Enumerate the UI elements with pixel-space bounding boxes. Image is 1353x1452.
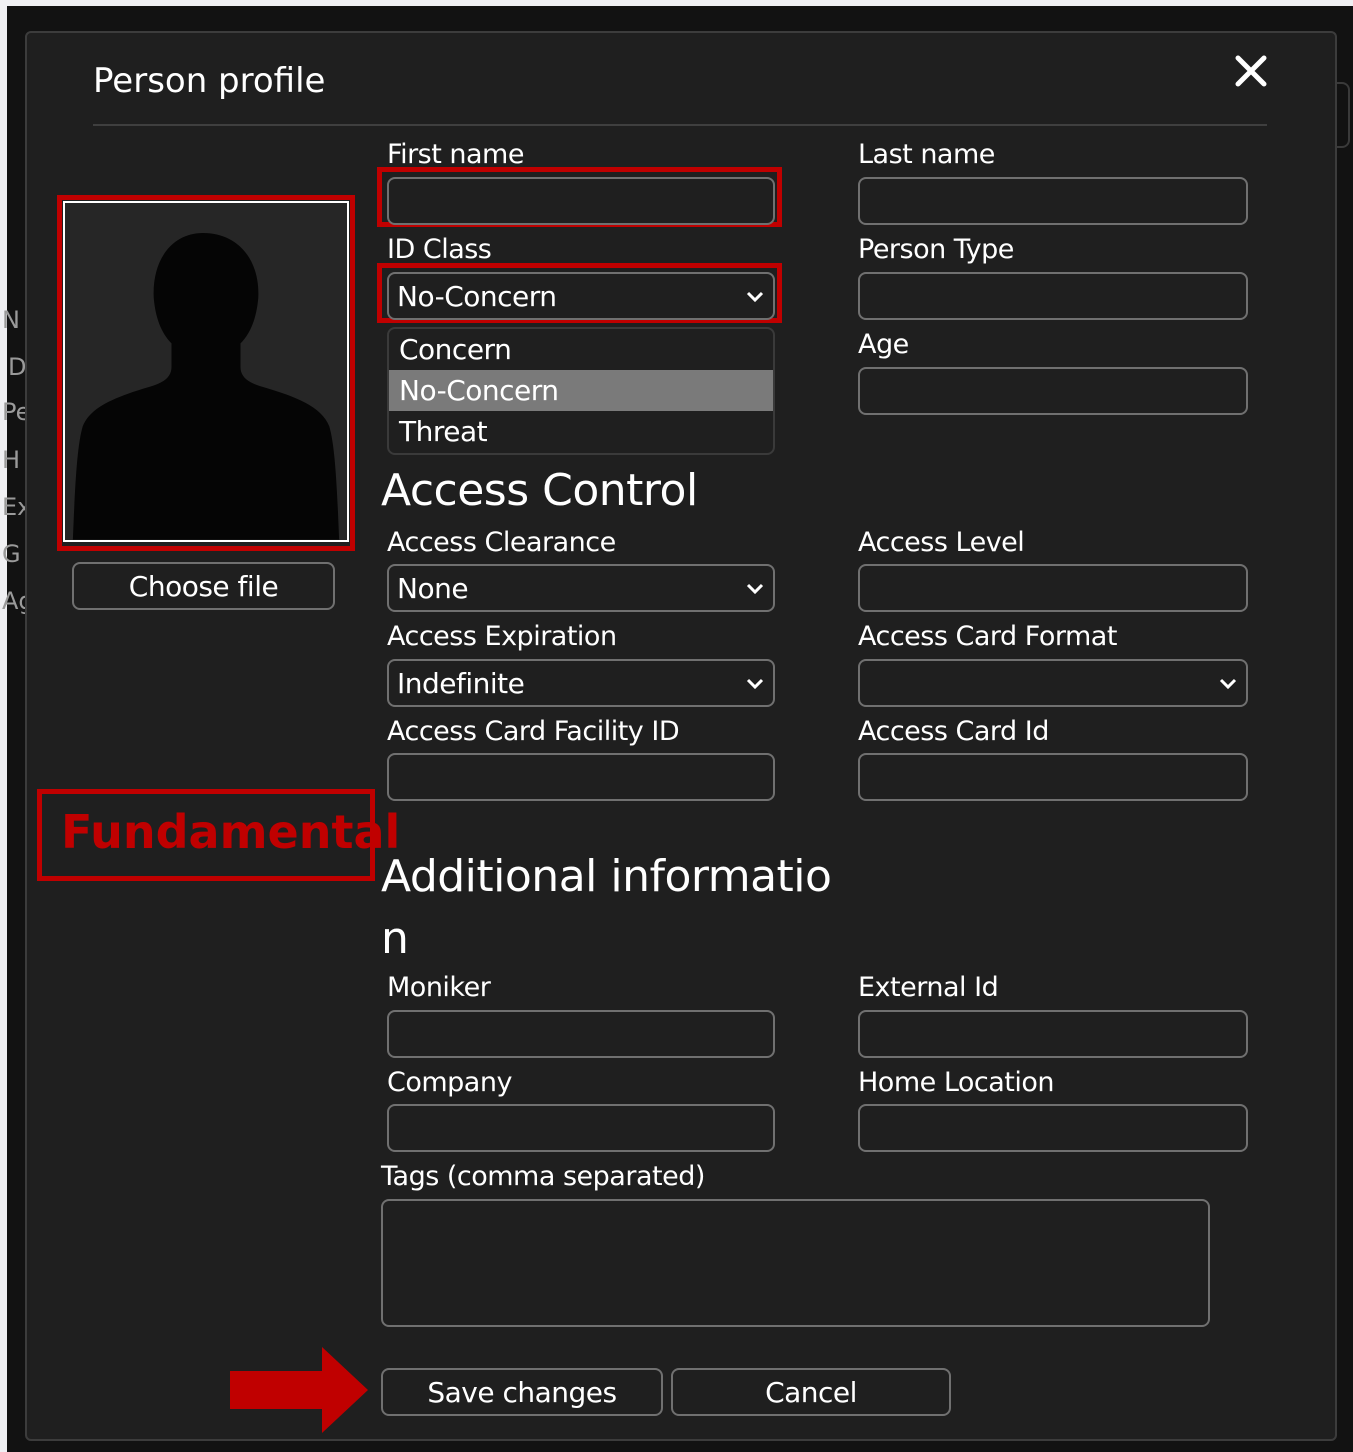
person-type-label: Person Type <box>858 234 1014 265</box>
id-class-selected-value: No-Concern <box>397 279 557 313</box>
cancel-button[interactable]: Cancel <box>671 1368 951 1416</box>
additional-information-heading-wrap: n <box>381 913 409 964</box>
chevron-down-icon <box>1219 678 1237 690</box>
profile-photo <box>63 201 349 542</box>
access-expiration-selected-value: Indefinite <box>397 666 525 700</box>
external-id-label: External Id <box>858 972 999 1003</box>
id-class-dropdown-list: Concern No-Concern Threat <box>387 327 775 455</box>
moniker-label: Moniker <box>387 972 491 1003</box>
id-class-option-no-concern[interactable]: No-Concern <box>389 370 773 411</box>
save-changes-button[interactable]: Save changes <box>381 1368 663 1416</box>
home-location-input[interactable] <box>858 1104 1248 1152</box>
background-label: D <box>8 353 27 381</box>
tags-label: Tags (comma separated) <box>381 1161 705 1192</box>
access-card-facility-id-label: Access Card Facility ID <box>387 716 680 747</box>
access-expiration-label: Access Expiration <box>387 621 617 652</box>
modal-title: Person profile <box>93 61 326 101</box>
access-card-format-select[interactable] <box>858 659 1248 707</box>
id-class-option-threat[interactable]: Threat <box>389 411 773 452</box>
chevron-down-icon <box>746 678 764 690</box>
background-label: H <box>2 446 21 474</box>
external-id-input[interactable] <box>858 1010 1248 1058</box>
access-expiration-select[interactable]: Indefinite <box>387 659 775 707</box>
person-silhouette-icon <box>65 203 347 540</box>
access-control-heading: Access Control <box>381 465 698 516</box>
age-label: Age <box>858 329 909 360</box>
id-class-option-concern[interactable]: Concern <box>389 329 773 370</box>
choose-file-button[interactable]: Choose file <box>72 562 335 610</box>
additional-information-heading: Additional informatio <box>381 851 832 902</box>
first-name-label: First name <box>387 139 524 170</box>
access-clearance-selected-value: None <box>397 571 469 605</box>
moniker-input[interactable] <box>387 1010 775 1058</box>
access-clearance-select[interactable]: None <box>387 564 775 612</box>
last-name-label: Last name <box>858 139 995 170</box>
close-icon[interactable] <box>1233 53 1269 89</box>
fundamental-annotation-label: Fundamental <box>61 805 401 859</box>
access-clearance-label: Access Clearance <box>387 527 616 558</box>
id-class-select[interactable]: No-Concern <box>387 272 775 320</box>
person-type-input[interactable] <box>858 272 1248 320</box>
access-card-facility-id-input[interactable] <box>387 753 775 801</box>
access-card-id-label: Access Card Id <box>858 716 1049 747</box>
background-label: N <box>2 306 20 334</box>
access-level-input[interactable] <box>858 564 1248 612</box>
arrow-right-icon <box>230 1347 368 1433</box>
chevron-down-icon <box>746 583 764 595</box>
first-name-input[interactable] <box>387 177 775 225</box>
person-profile-modal: Person profile Choose file Fundamental F… <box>25 31 1337 1441</box>
access-card-format-label: Access Card Format <box>858 621 1117 652</box>
tags-textarea[interactable] <box>381 1199 1210 1327</box>
chevron-down-icon <box>746 291 764 303</box>
access-level-label: Access Level <box>858 527 1025 558</box>
company-input[interactable] <box>387 1104 775 1152</box>
title-divider <box>93 124 1267 126</box>
access-card-id-input[interactable] <box>858 753 1248 801</box>
last-name-input[interactable] <box>858 177 1248 225</box>
company-label: Company <box>387 1067 512 1098</box>
background-label: G <box>2 540 21 568</box>
age-input[interactable] <box>858 367 1248 415</box>
id-class-label: ID Class <box>387 234 492 265</box>
home-location-label: Home Location <box>858 1067 1055 1098</box>
